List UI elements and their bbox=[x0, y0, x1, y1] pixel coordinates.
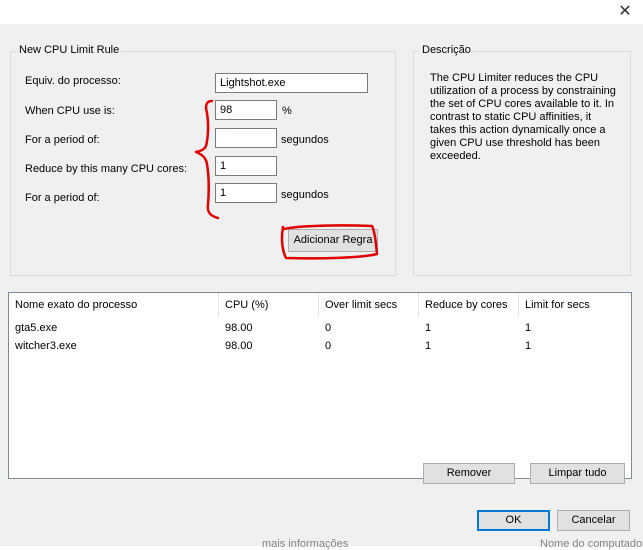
column-header-cpu[interactable]: CPU (%) bbox=[219, 293, 319, 317]
new-rule-group-title: New CPU Limit Rule bbox=[17, 44, 122, 56]
table-row[interactable]: witcher3.exe 98.00 0 1 1 bbox=[9, 337, 631, 355]
bottom-cutoff-text-right: Nome do computador bbox=[540, 538, 643, 550]
period1-unit: segundos bbox=[281, 134, 329, 146]
reduce-cores-input[interactable] bbox=[215, 156, 277, 176]
period2-label: For a period of: bbox=[25, 192, 100, 204]
cell-over-limit: 0 bbox=[325, 340, 332, 352]
process-label: Equiv. do processo: bbox=[25, 75, 121, 87]
table-row[interactable]: gta5.exe 98.00 0 1 1 bbox=[9, 319, 631, 337]
rules-table[interactable]: Nome exato do processo CPU (%) Over limi… bbox=[8, 292, 632, 479]
cell-limit-secs: 1 bbox=[525, 340, 532, 352]
dialog-body: New CPU Limit Rule Equiv. do processo: W… bbox=[0, 24, 643, 546]
ok-button[interactable]: OK bbox=[477, 510, 550, 531]
new-rule-group: New CPU Limit Rule Equiv. do processo: W… bbox=[10, 44, 396, 276]
cpu-use-input[interactable] bbox=[215, 100, 277, 120]
cell-cpu: 98.00 bbox=[225, 340, 253, 352]
cpu-use-unit: % bbox=[282, 105, 292, 117]
add-rule-button[interactable]: Adicionar Regra bbox=[288, 229, 378, 252]
column-header-process[interactable]: Nome exato do processo bbox=[9, 293, 219, 317]
table-header: Nome exato do processo CPU (%) Over limi… bbox=[9, 293, 631, 317]
cell-reduce-cores: 1 bbox=[425, 322, 432, 334]
cell-limit-secs: 1 bbox=[525, 322, 532, 334]
cell-process: gta5.exe bbox=[15, 322, 58, 334]
cancel-button[interactable]: Cancelar bbox=[557, 510, 630, 531]
column-header-limit-secs[interactable]: Limit for secs bbox=[519, 293, 631, 317]
column-header-reduce-cores[interactable]: Reduce by cores bbox=[419, 293, 519, 317]
period1-label: For a period of: bbox=[25, 134, 100, 146]
period2-unit: segundos bbox=[281, 189, 329, 201]
clear-all-button[interactable]: Limpar tudo bbox=[530, 463, 625, 484]
description-text: The CPU Limiter reduces the CPU utilizat… bbox=[430, 72, 616, 162]
period1-input[interactable] bbox=[215, 128, 277, 148]
description-group: Descrição The CPU Limiter reduces the CP… bbox=[413, 44, 631, 276]
cpu-use-label: When CPU use is: bbox=[25, 105, 115, 117]
close-icon[interactable]: ✕ bbox=[614, 2, 636, 22]
period2-input[interactable] bbox=[215, 183, 277, 203]
description-group-title: Descrição bbox=[420, 44, 473, 56]
cell-reduce-cores: 1 bbox=[425, 340, 432, 352]
title-bar: ✕ bbox=[0, 0, 643, 24]
process-input[interactable] bbox=[215, 73, 368, 93]
cell-process: witcher3.exe bbox=[15, 340, 77, 352]
cell-cpu: 98.00 bbox=[225, 322, 253, 334]
column-header-over-limit[interactable]: Over limit secs bbox=[319, 293, 419, 317]
reduce-cores-label: Reduce by this many CPU cores: bbox=[25, 163, 188, 175]
cell-over-limit: 0 bbox=[325, 322, 332, 334]
remove-button[interactable]: Remover bbox=[423, 463, 515, 484]
bottom-cutoff-text-left: mais informações bbox=[262, 538, 349, 550]
